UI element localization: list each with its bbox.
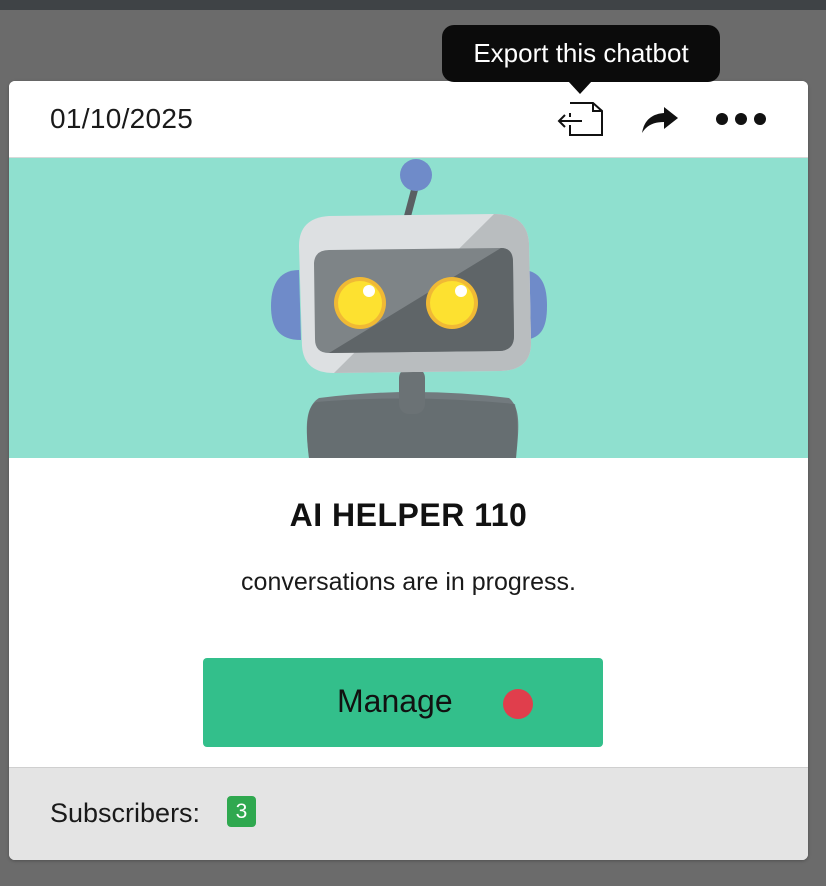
chatbot-card: 01/10/2025 AI HELPER 110 conversations a… — [9, 81, 808, 860]
app-top-strip — [0, 0, 826, 10]
chatbot-title: AI HELPER 110 — [289, 497, 528, 533]
more-options-button[interactable] — [710, 99, 772, 139]
status-dot-icon — [503, 689, 533, 719]
chatbot-status-text: conversations are in progress. — [241, 568, 576, 596]
export-icon — [557, 102, 603, 136]
share-icon — [642, 107, 678, 133]
share-button[interactable] — [637, 99, 683, 139]
card-header: 01/10/2025 — [9, 81, 808, 158]
card-footer: Subscribers: 3 — [9, 767, 808, 860]
subscribers-label: Subscribers: — [50, 798, 201, 828]
manage-button-label: Manage — [337, 683, 453, 719]
robot-illustration — [9, 158, 808, 458]
manage-button[interactable]: Manage — [203, 658, 603, 747]
card-date: 01/10/2025 — [50, 103, 194, 134]
export-button[interactable] — [554, 99, 606, 139]
tooltip-arrow — [568, 81, 592, 94]
more-dots-icon — [716, 113, 766, 125]
subscribers-count-badge: 3 — [227, 796, 256, 827]
export-tooltip: Export this chatbot — [442, 25, 720, 82]
